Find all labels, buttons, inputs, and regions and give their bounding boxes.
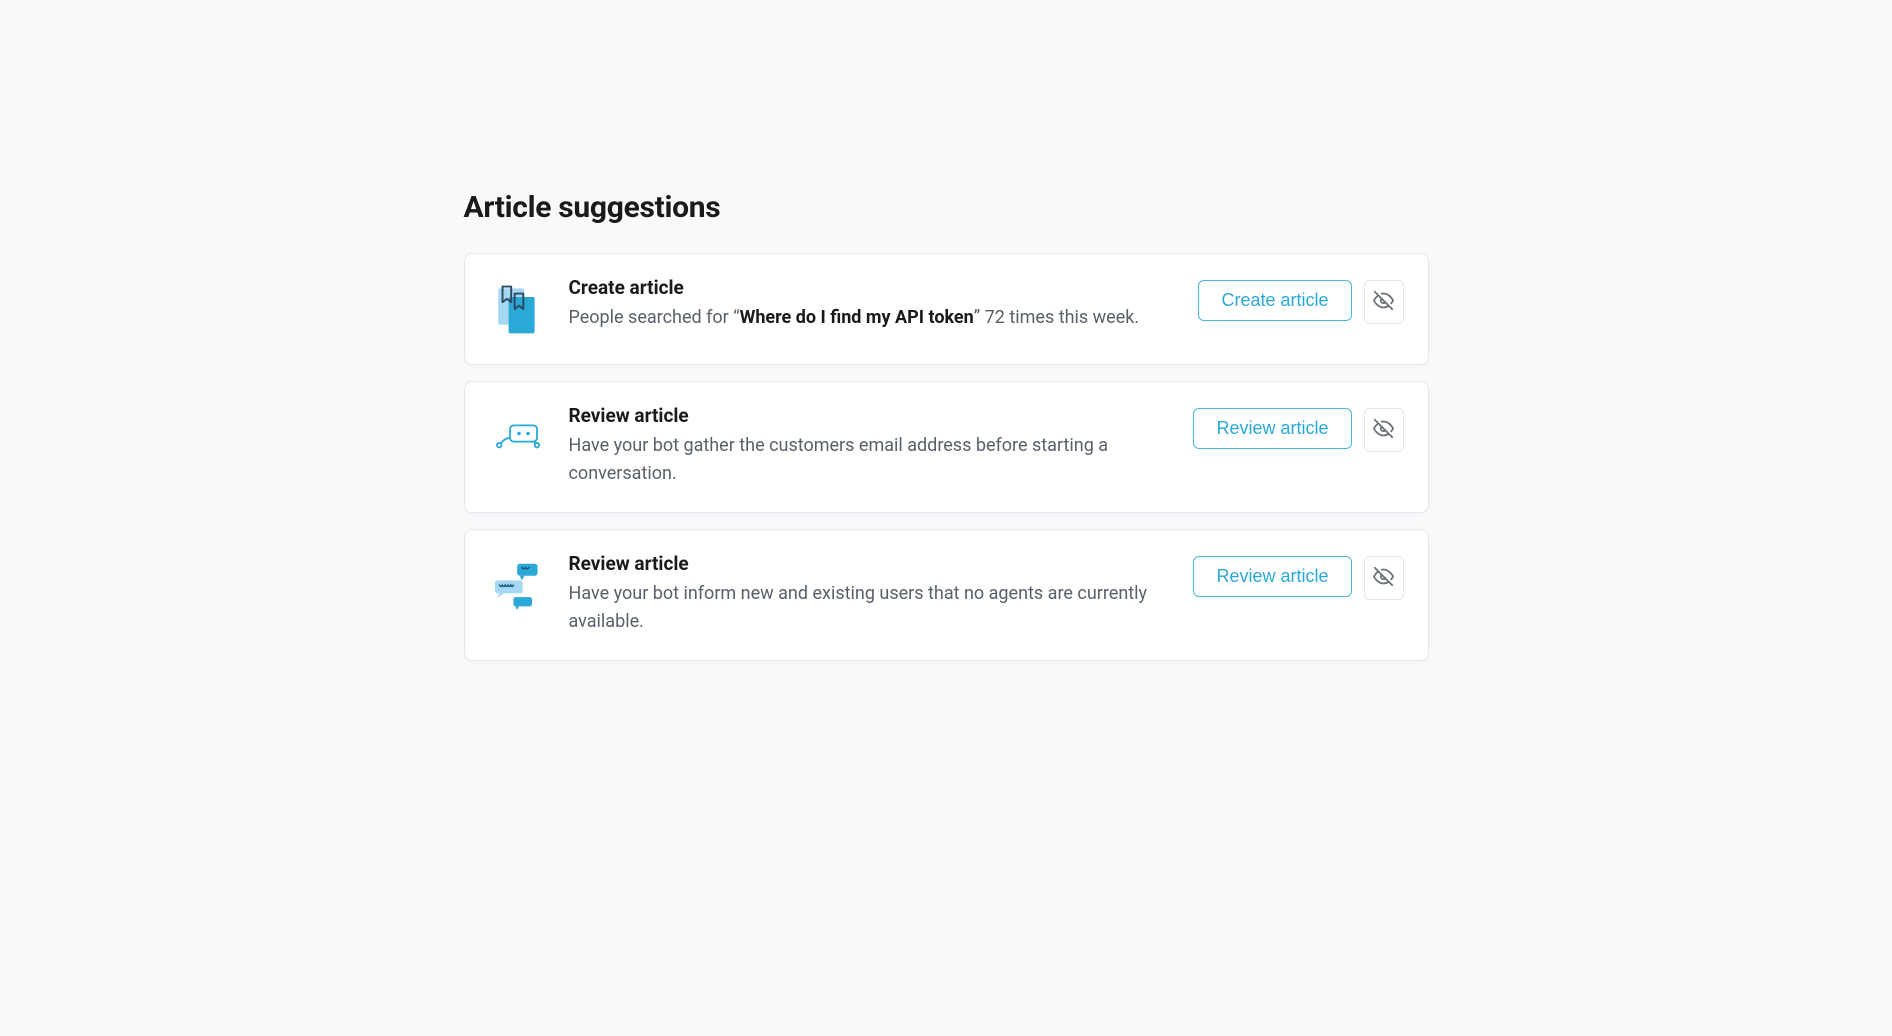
chat-bubbles-icon <box>489 556 549 616</box>
card-description: Have your bot inform new and existing us… <box>569 580 1178 636</box>
article-suggestions-container: Article suggestions Create article Peopl… <box>464 0 1429 661</box>
suggestion-card: Review article Have your bot gather the … <box>464 381 1429 513</box>
card-body: Create article People searched for “Wher… <box>569 276 1199 332</box>
card-description: People searched for “Where do I find my … <box>569 304 1183 332</box>
card-body: Review article Have your bot inform new … <box>569 552 1194 636</box>
hide-suggestion-button[interactable] <box>1364 556 1404 600</box>
card-title: Review article <box>569 404 1178 427</box>
hide-suggestion-button[interactable] <box>1364 408 1404 452</box>
hide-suggestion-button[interactable] <box>1364 280 1404 324</box>
create-article-button[interactable]: Create article <box>1198 280 1351 321</box>
card-description: Have your bot gather the customers email… <box>569 432 1178 488</box>
hide-icon <box>1373 566 1394 590</box>
card-actions: Review article <box>1193 556 1403 600</box>
review-article-button[interactable]: Review article <box>1193 556 1351 597</box>
review-article-button[interactable]: Review article <box>1193 408 1351 449</box>
card-actions: Create article <box>1198 280 1403 324</box>
suggestion-card: Create article People searched for “Wher… <box>464 253 1429 365</box>
card-body: Review article Have your bot gather the … <box>569 404 1194 488</box>
bot-icon <box>489 408 549 468</box>
card-title: Create article <box>569 276 1183 299</box>
card-actions: Review article <box>1193 408 1403 452</box>
card-title: Review article <box>569 552 1178 575</box>
hide-icon <box>1373 290 1394 314</box>
hide-icon <box>1373 418 1394 442</box>
suggestion-card: Review article Have your bot inform new … <box>464 529 1429 661</box>
section-title: Article suggestions <box>464 190 1429 225</box>
bookmark-icon <box>489 280 549 340</box>
